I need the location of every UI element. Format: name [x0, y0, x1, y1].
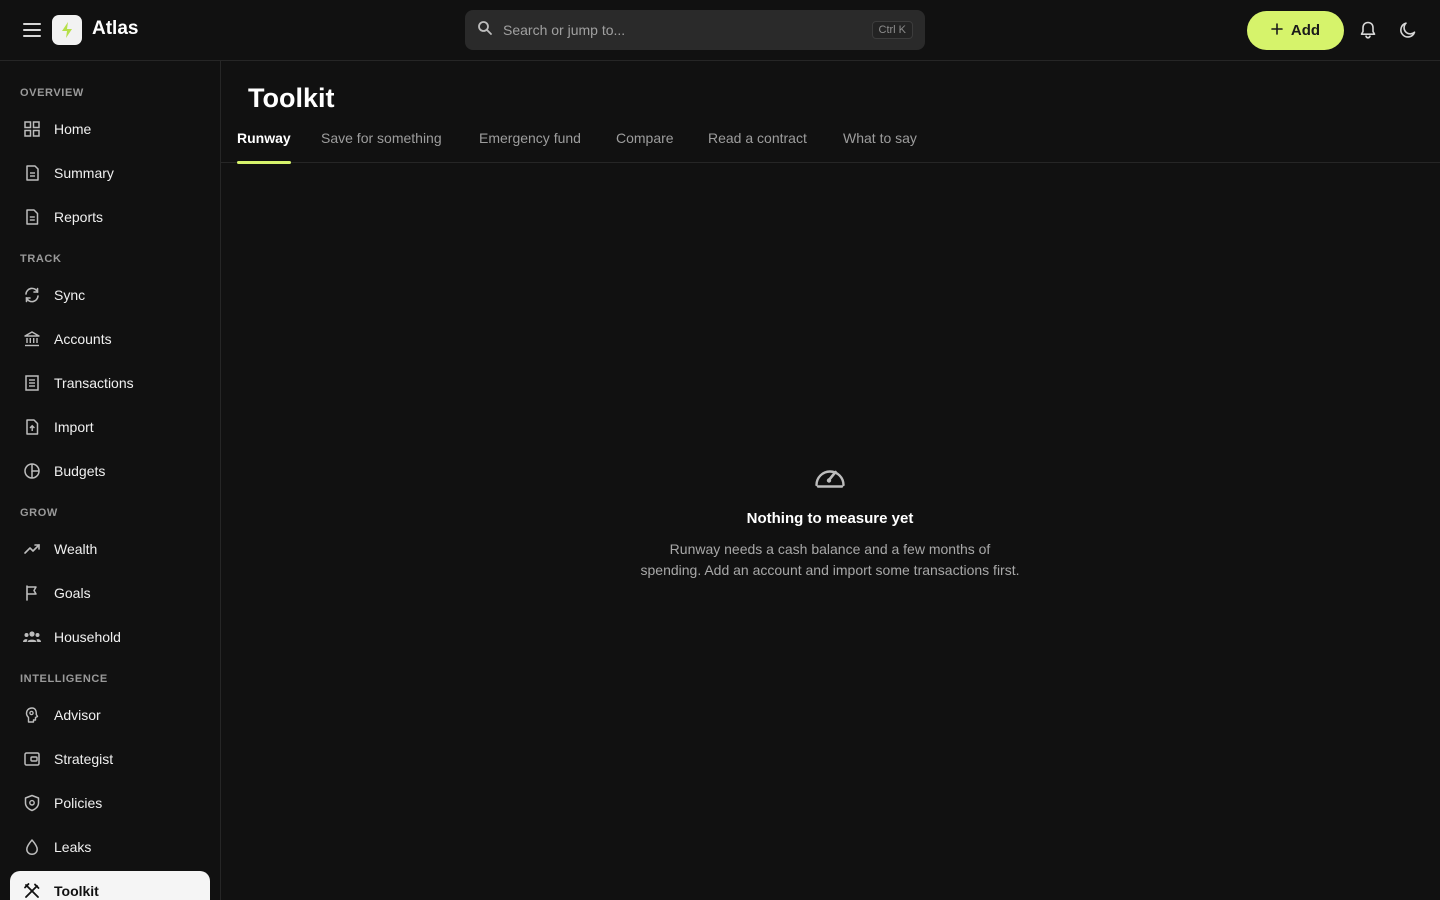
droplet-icon	[22, 837, 42, 857]
section-label-overview: OVERVIEW	[20, 87, 84, 99]
sidebar-item-wealth[interactable]: Wealth	[10, 529, 210, 569]
tools-icon	[22, 881, 42, 900]
wallet-icon	[22, 749, 42, 769]
moon-icon[interactable]	[1396, 18, 1420, 42]
search-bar[interactable]: Ctrl K	[465, 10, 925, 50]
flag-icon	[22, 583, 42, 603]
tab-bar: Runway Save for something Emergency fund…	[221, 123, 1440, 164]
sidebar-item-summary[interactable]: Summary	[10, 153, 210, 193]
sidebar-item-accounts[interactable]: Accounts	[10, 319, 210, 359]
sidebar-item-label: Toolkit	[54, 883, 99, 899]
sidebar-item-label: Household	[54, 629, 121, 645]
sidebar-item-goals[interactable]: Goals	[10, 573, 210, 613]
document-icon	[22, 207, 42, 227]
add-button[interactable]: Add	[1247, 11, 1344, 50]
sidebar-item-leaks[interactable]: Leaks	[10, 827, 210, 867]
sidebar-item-label: Leaks	[54, 839, 92, 855]
empty-state: Nothing to measure yet Runway needs a ca…	[630, 461, 1030, 581]
users-icon	[22, 627, 42, 647]
sidebar-item-label: Wealth	[54, 541, 98, 557]
empty-state-description: Runway needs a cash balance and a few mo…	[640, 541, 1020, 578]
shield-icon	[22, 793, 42, 813]
bell-icon[interactable]	[1356, 18, 1380, 42]
sidebar-item-label: Strategist	[54, 751, 114, 767]
menu-icon[interactable]	[20, 19, 44, 41]
tab-emergency-fund[interactable]: Emergency fund	[479, 130, 581, 163]
logo-icon[interactable]	[52, 15, 82, 45]
sidebar-item-transactions[interactable]: Transactions	[10, 363, 210, 403]
add-button-label: Add	[1290, 22, 1321, 39]
sidebar-item-label: Accounts	[54, 331, 112, 347]
upload-file-icon	[22, 417, 42, 437]
sidebar-item-home[interactable]: Home	[10, 109, 210, 149]
sidebar-item-policies[interactable]: Policies	[10, 783, 210, 823]
section-label-intelligence: INTELLIGENCE	[20, 673, 108, 685]
sidebar-item-reports[interactable]: Reports	[10, 197, 210, 237]
tab-save-for-something[interactable]: Save for something	[321, 130, 442, 163]
sidebar-item-label: Reports	[54, 209, 104, 225]
section-label-track: TRACK	[20, 253, 62, 265]
search-shortcut: Ctrl K	[871, 21, 913, 39]
sidebar-item-budgets[interactable]: Budgets	[10, 451, 210, 491]
search-icon	[477, 20, 493, 41]
top-bar: Atlas Ctrl K Add	[0, 0, 1440, 61]
bank-icon	[22, 329, 42, 349]
sync-icon	[22, 285, 42, 305]
sidebar-item-label: Advisor	[54, 707, 101, 723]
gauge-icon	[630, 461, 1030, 496]
main-content: Toolkit Runway Save for something Emerge…	[221, 61, 1440, 900]
sidebar-item-label: Budgets	[54, 463, 106, 479]
sidebar-item-label: Policies	[54, 795, 103, 811]
trend-up-icon	[22, 539, 42, 559]
pie-chart-icon	[22, 461, 42, 481]
plus-icon	[1271, 22, 1283, 39]
tab-what-to-say[interactable]: What to say	[843, 130, 917, 163]
sidebar-item-strategist[interactable]: Strategist	[10, 739, 210, 779]
sidebar-item-household[interactable]: Household	[10, 617, 210, 657]
page-title: Toolkit	[248, 83, 335, 113]
search-input[interactable]	[503, 22, 872, 38]
list-icon	[22, 373, 42, 393]
receipt-icon	[22, 163, 42, 183]
sidebar: OVERVIEW Home Summary Reports TRACK Sync…	[0, 61, 221, 900]
sidebar-item-label: Transactions	[54, 375, 134, 391]
sidebar-item-import[interactable]: Import	[10, 407, 210, 447]
sidebar-item-label: Import	[54, 419, 94, 435]
sidebar-item-label: Summary	[54, 165, 114, 181]
sidebar-item-toolkit[interactable]: Toolkit	[10, 871, 210, 900]
section-label-grow: GROW	[20, 507, 58, 519]
sidebar-item-label: Home	[54, 121, 92, 137]
tab-runway[interactable]: Runway	[237, 130, 291, 164]
sidebar-item-label: Goals	[54, 585, 91, 601]
tab-compare[interactable]: Compare	[616, 130, 674, 163]
sidebar-item-sync[interactable]: Sync	[10, 275, 210, 315]
tab-read-a-contract[interactable]: Read a contract	[708, 130, 807, 163]
empty-state-title: Nothing to measure yet	[746, 510, 914, 527]
grid-icon	[22, 119, 42, 139]
sidebar-item-advisor[interactable]: Advisor	[10, 695, 210, 735]
brand-name: Atlas	[92, 18, 139, 39]
brain-icon	[22, 705, 42, 725]
sidebar-item-label: Sync	[54, 287, 86, 303]
